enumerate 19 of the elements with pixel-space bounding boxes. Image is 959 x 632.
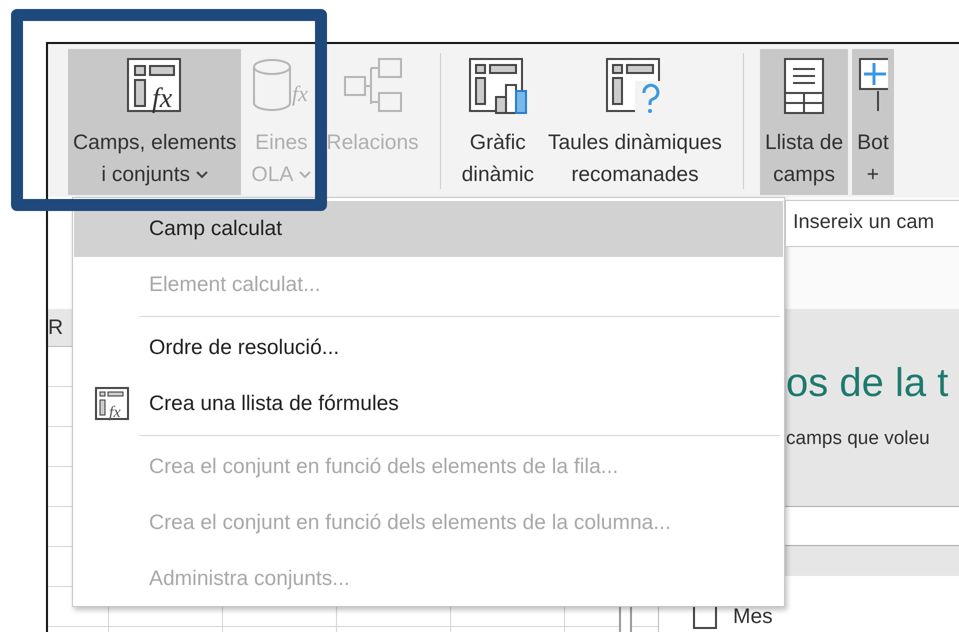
menu-item[interactable]: Camp calculat (74, 201, 783, 257)
column-header: R (48, 316, 64, 340)
ribbon-button[interactable]: Gràfic dinàmic (456, 49, 539, 195)
ribbon-button[interactable]: Taules dinàmiques recomanades (543, 49, 727, 195)
field-list-icon (783, 57, 826, 115)
relationship-diagram-icon (342, 57, 403, 115)
checkbox[interactable] (693, 605, 717, 629)
table-formula-icon: fx (126, 57, 184, 115)
field-label: Mes (733, 605, 773, 629)
menu-item[interactable]: fx Crea una llista de fórmules (74, 376, 783, 432)
ribbon-button[interactable]: Llista de camps (760, 49, 848, 195)
pivot-chart-icon (468, 57, 528, 115)
ribbon-button[interactable]: Bot + (852, 49, 894, 195)
ribbon-button[interactable]: fx Camps, elements i conjunts (68, 49, 242, 195)
tooltip: Insereix un cam (785, 200, 959, 247)
pane-instructions: camps que voleu (786, 428, 931, 450)
pane-title: os de la t (786, 361, 950, 406)
table-formula-icon: fx (94, 387, 128, 421)
menu-item[interactable]: Ordre de resolució... (74, 320, 783, 376)
